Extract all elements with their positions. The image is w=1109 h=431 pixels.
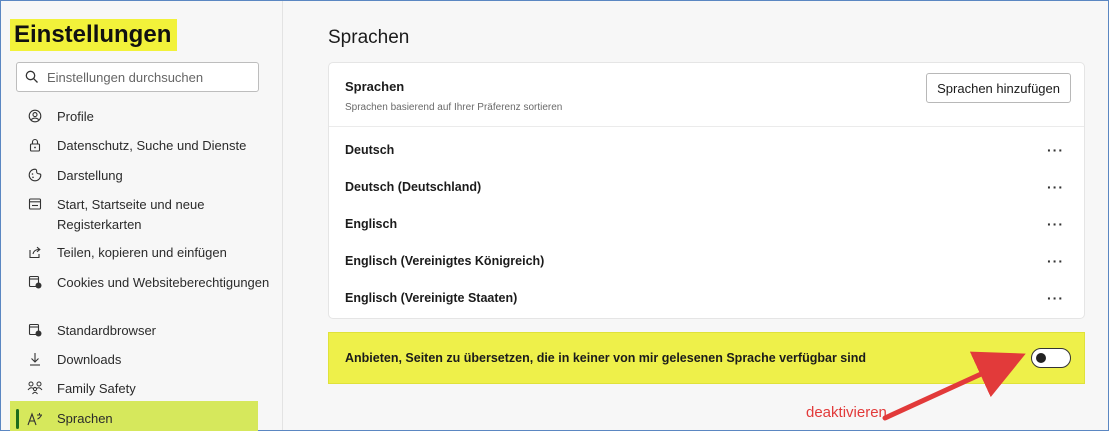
sidebar-item-label: Teilen, kopieren und einfügen (57, 245, 227, 260)
active-indicator (16, 409, 19, 429)
home-tabs-icon (25, 195, 45, 211)
card-title: Sprachen (345, 79, 405, 94)
more-options-icon[interactable]: ··· (1043, 253, 1068, 269)
sidebar-item-start[interactable]: Start, Startseite und neue Registerkarte… (1, 195, 283, 235)
appearance-icon (25, 166, 45, 182)
card-header: Sprachen Sprachen basierend auf Ihrer Pr… (329, 63, 1084, 127)
sidebar-item-family-safety[interactable]: Family Safety (1, 379, 283, 399)
main-content: Sprachen Sprachen Sprachen basierend auf… (283, 1, 1108, 430)
add-languages-button[interactable]: Sprachen hinzufügen (926, 73, 1071, 103)
language-name: Englisch (345, 217, 398, 231)
more-options-icon[interactable]: ··· (1043, 179, 1068, 195)
family-icon (25, 379, 45, 395)
language-name: Deutsch (345, 143, 395, 157)
lock-icon (25, 136, 45, 152)
search-input[interactable] (47, 69, 247, 85)
download-icon (25, 350, 45, 366)
share-icon (25, 243, 45, 259)
toggle-knob (1036, 353, 1046, 363)
annotation-label: deaktivieren (806, 404, 887, 421)
sidebar-item-appearance[interactable]: Darstellung (1, 166, 283, 186)
sidebar-item-label: Family Safety (57, 381, 136, 396)
sidebar-item-label: Cookies und Websiteberechtigungen (57, 275, 270, 290)
sidebar-item-downloads[interactable]: Downloads (1, 350, 283, 370)
cookies-icon (25, 273, 45, 289)
languages-icon (25, 412, 45, 426)
language-row: Englisch ··· (329, 206, 1084, 242)
offer-translate-row: Anbieten, Seiten zu übersetzen, die in k… (328, 332, 1085, 384)
sidebar-item-label: Datenschutz, Suche und Dienste (57, 138, 247, 153)
sidebar-item-label: Sprachen (57, 411, 113, 426)
languages-card: Sprachen Sprachen basierend auf Ihrer Pr… (328, 62, 1085, 319)
profile-icon (25, 107, 45, 123)
offer-translate-label: Anbieten, Seiten zu übersetzen, die in k… (345, 351, 866, 365)
sidebar-item-label: Downloads (57, 352, 122, 367)
language-row: Englisch (Vereinigtes Königreich) ··· (329, 243, 1084, 279)
more-options-icon[interactable]: ··· (1043, 142, 1068, 158)
sidebar-title: Einstellungen (10, 19, 178, 51)
language-name: Englisch (Vereinigte Staaten) (345, 291, 518, 305)
sidebar: Einstellungen Profile Datenschutz, Suche… (1, 1, 283, 431)
settings-window: Einstellungen Profile Datenschutz, Suche… (0, 0, 1109, 431)
sidebar-item-languages[interactable]: Sprachen (10, 401, 258, 431)
language-name: Englisch (Vereinigtes Königreich) (345, 254, 545, 268)
language-name: Deutsch (Deutschland) (345, 180, 482, 194)
language-row: Englisch (Vereinigte Staaten) ··· (329, 280, 1084, 316)
sidebar-item-label: Profile (57, 109, 94, 124)
more-options-icon[interactable]: ··· (1043, 216, 1068, 232)
sidebar-item-label: Start, Startseite und neue Registerkarte… (57, 197, 205, 232)
sidebar-item-default-browser[interactable]: Standardbrowser (1, 321, 283, 341)
search-icon (17, 70, 47, 84)
sidebar-item-label: Standardbrowser (57, 323, 156, 338)
offer-translate-toggle[interactable] (1031, 348, 1071, 368)
more-options-icon[interactable]: ··· (1043, 290, 1068, 306)
language-row: Deutsch (Deutschland) ··· (329, 169, 1084, 205)
card-subtitle: Sprachen basierend auf Ihrer Präferenz s… (345, 102, 563, 113)
sidebar-item-share[interactable]: Teilen, kopieren und einfügen (1, 243, 283, 263)
page-title: Sprachen (328, 27, 410, 48)
search-box[interactable] (16, 62, 259, 92)
sidebar-item-label: Darstellung (57, 168, 123, 183)
sidebar-item-cookies[interactable]: Cookies und Websiteberechtigungen (1, 273, 283, 293)
language-row: Deutsch ··· (329, 132, 1084, 168)
sidebar-item-privacy[interactable]: Datenschutz, Suche und Dienste (1, 136, 283, 156)
sidebar-item-profile[interactable]: Profile (1, 107, 283, 127)
browser-icon (25, 321, 45, 337)
